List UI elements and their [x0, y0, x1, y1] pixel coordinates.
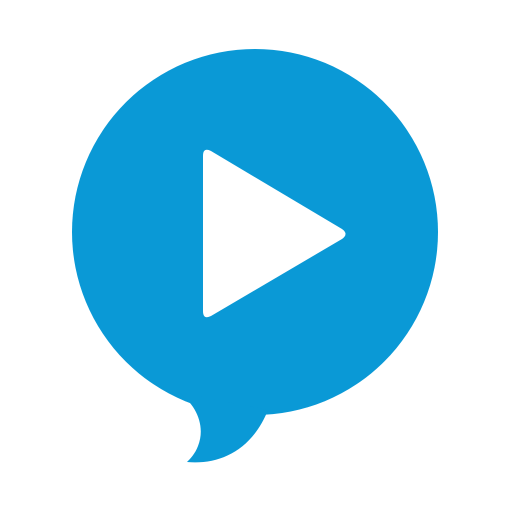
speech-bubble-play-icon[interactable]: [0, 0, 512, 512]
app-icon-canvas: [0, 0, 512, 512]
